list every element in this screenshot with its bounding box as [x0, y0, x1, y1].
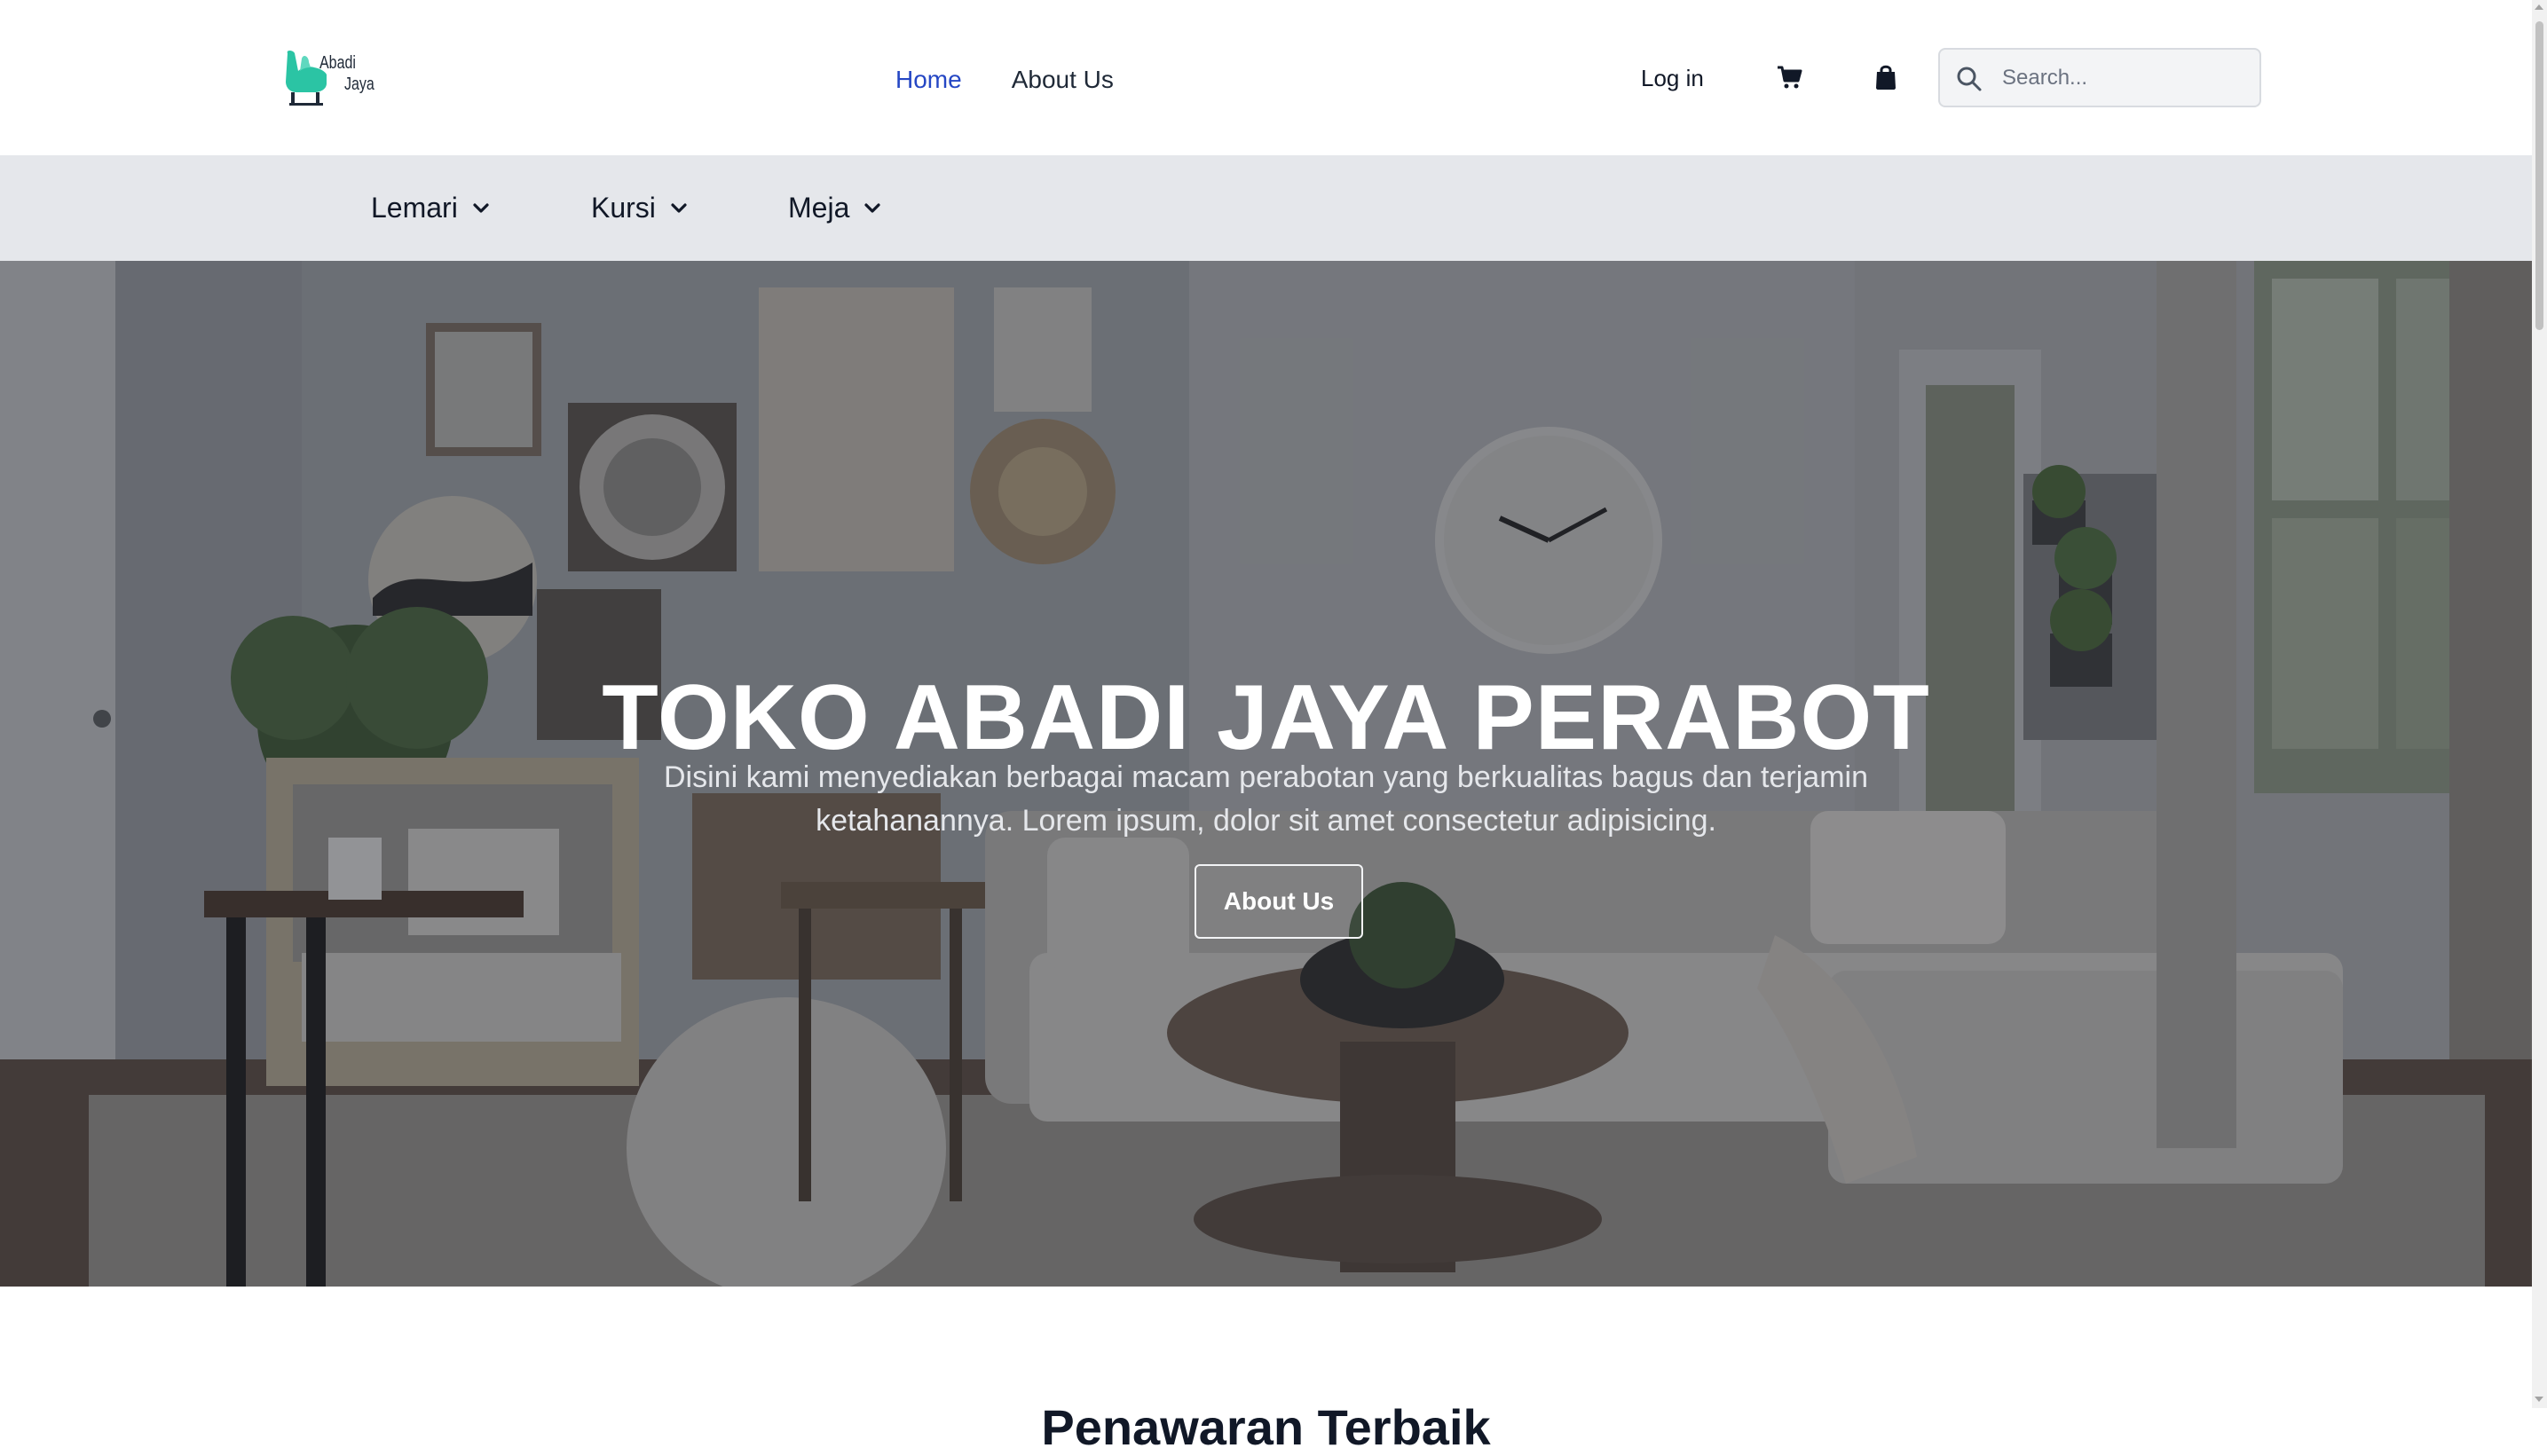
hero-description: Disini kami menyediakan berbagai macam p…	[664, 760, 1868, 838]
brand-name-line1: Abadi	[319, 53, 356, 73]
search-box[interactable]	[1938, 48, 2261, 107]
magnifier-icon	[1957, 67, 1982, 91]
category-kursi-dropdown[interactable]: Kursi	[591, 187, 688, 228]
chevron-down-icon	[671, 203, 687, 213]
category-meja-dropdown[interactable]: Meja	[788, 187, 881, 228]
shopping-cart-icon[interactable]	[1776, 64, 1802, 91]
hero-banner: TOKO ABADI JAYA PERABOT Disini kami meny…	[0, 261, 2532, 1287]
scroll-down-arrow-icon[interactable]	[2535, 1397, 2543, 1402]
nav-about-link[interactable]: About Us	[1012, 62, 1114, 98]
scrollbar-thumb[interactable]	[2535, 21, 2543, 330]
best-offer-section-title: Penawaran Terbaik	[1041, 1399, 1491, 1456]
login-link[interactable]: Log in	[1641, 62, 1704, 94]
category-label: Lemari	[371, 191, 458, 224]
search-input[interactable]	[2000, 59, 2249, 98]
chevron-down-icon	[473, 203, 489, 213]
category-label: Meja	[788, 191, 850, 224]
scroll-up-arrow-icon[interactable]	[2535, 4, 2543, 10]
hero-about-us-button[interactable]: About Us	[1195, 864, 1363, 939]
top-header: Abadi Jaya Home About Us Log in	[0, 0, 2532, 155]
category-label: Kursi	[591, 191, 656, 224]
hero-title: TOKO ABADI JAYA PERABOT	[602, 665, 1930, 769]
brand-name-line2: Jaya	[344, 75, 375, 94]
primary-nav: Home About Us	[895, 62, 1114, 98]
shopping-bag-icon[interactable]	[1874, 64, 1897, 91]
category-lemari-dropdown[interactable]: Lemari	[371, 187, 490, 228]
chevron-down-icon	[864, 203, 880, 213]
nav-home-link[interactable]: Home	[895, 62, 962, 98]
category-bar: Lemari Kursi Meja	[0, 155, 2532, 261]
brand-logo[interactable]: Abadi Jaya	[282, 48, 380, 110]
